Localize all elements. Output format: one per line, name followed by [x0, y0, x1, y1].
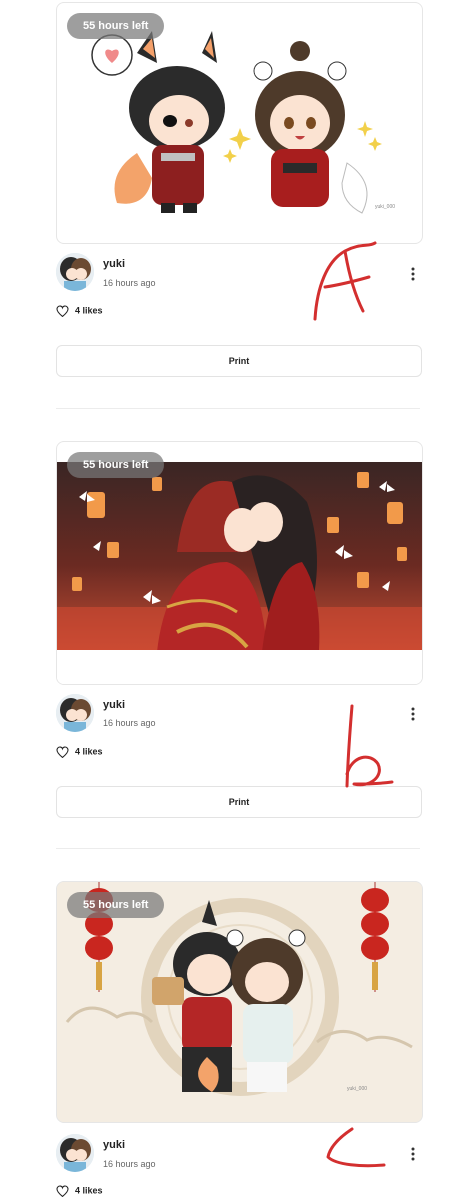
artwork-lantern-embrace	[57, 462, 422, 684]
heart-icon[interactable]	[56, 746, 69, 759]
handwritten-annotation-b	[345, 704, 394, 788]
author-name[interactable]: yuki	[103, 258, 125, 270]
time-left-badge: 55 hours left	[67, 892, 165, 918]
post-image[interactable]: yuki_000 55 hours left	[56, 881, 423, 1123]
avatar-image	[56, 1134, 94, 1172]
likes-row[interactable]: 4 likes	[56, 305, 103, 318]
avatar-image	[56, 694, 94, 732]
post-image[interactable]: 55 hours left	[56, 441, 423, 685]
handwritten-annotation-c	[326, 1127, 386, 1168]
more-vertical-icon[interactable]	[408, 267, 418, 281]
likes-row[interactable]: 4 likes	[56, 1185, 103, 1198]
avatar[interactable]	[56, 1134, 94, 1172]
avatar-image	[56, 253, 94, 291]
avatar[interactable]	[56, 694, 94, 732]
likes-row[interactable]: 4 likes	[56, 746, 103, 759]
likes-count: 4 likes	[75, 1185, 103, 1196]
artwork-chibi-fox-and-bear: yuki_000	[91, 31, 395, 214]
avatar[interactable]	[56, 253, 94, 291]
time-left-badge: 55 hours left	[67, 13, 165, 39]
divider	[56, 408, 420, 409]
heart-icon[interactable]	[56, 305, 69, 318]
author-name[interactable]: yuki	[103, 1139, 125, 1151]
likes-count: 4 likes	[75, 305, 103, 316]
post-time: 16 hours ago	[103, 718, 156, 728]
post-time: 16 hours ago	[103, 1159, 156, 1169]
author-name[interactable]: yuki	[103, 699, 125, 711]
handwritten-annotation-a	[313, 241, 377, 321]
post-image[interactable]: yuki_000 55 hours left	[56, 2, 423, 244]
post-time: 16 hours ago	[103, 278, 156, 288]
more-vertical-icon[interactable]	[408, 1147, 418, 1161]
time-left-badge: 55 hours left	[67, 452, 165, 478]
print-button[interactable]: Print	[56, 345, 422, 377]
likes-count: 4 likes	[75, 746, 103, 757]
heart-icon[interactable]	[56, 1185, 69, 1198]
divider	[56, 848, 420, 849]
artwork-new-year-chibi: yuki_000	[57, 882, 422, 1122]
more-vertical-icon[interactable]	[408, 707, 418, 721]
watermark: yuki_000	[375, 204, 395, 210]
watermark: yuki_000	[347, 1086, 367, 1092]
